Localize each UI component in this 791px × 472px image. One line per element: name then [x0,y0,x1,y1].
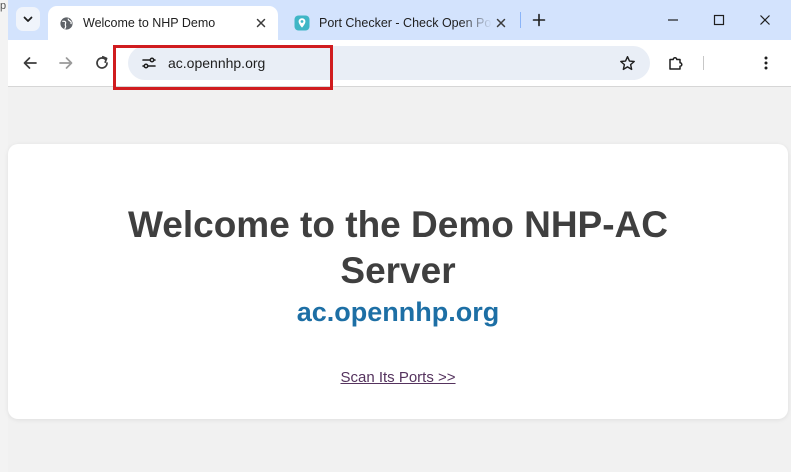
puzzle-icon [669,56,683,70]
close-icon[interactable] [492,14,510,32]
scan-ports-link[interactable]: Scan Its Ports >> [8,369,788,386]
tab-title: Port Checker - Check Open Ports [319,16,492,30]
server-domain: ac.opennhp.org [296,297,500,327]
plus-icon [532,13,546,27]
tab-strip: Welcome to NHP Demo Port Checker - Check… [8,0,791,40]
globe-icon [58,15,74,31]
tab-welcome[interactable]: Welcome to NHP Demo [48,6,278,40]
map-pin-icon [294,15,310,31]
extensions-button[interactable] [662,49,690,77]
minimize-icon [668,19,678,21]
forward-button[interactable] [52,49,80,77]
toolbar-divider [703,56,704,70]
reload-button[interactable] [88,49,116,77]
close-icon[interactable] [252,14,270,32]
edge-text: p [0,0,7,12]
maximize-icon [713,14,725,26]
tab-port-checker[interactable]: Port Checker - Check Open Ports [288,6,518,40]
page-heading: Welcome to the Demo NHP-AC Server [128,204,668,291]
tab-title: Welcome to NHP Demo [83,16,216,30]
more-vert-icon [764,56,768,70]
maximize-button[interactable] [696,0,742,40]
url-highlight-box [113,45,333,90]
menu-button[interactable] [752,49,780,77]
arrow-right-icon [59,57,73,69]
welcome-card: Welcome to the Demo NHP-AC Server ac.ope… [8,144,788,419]
reload-icon [96,55,108,69]
close-icon [760,15,770,25]
tab-divider [520,12,521,28]
back-button[interactable] [16,49,44,77]
chevron-down-icon [23,16,33,22]
close-window-button[interactable] [742,0,788,40]
minimize-button[interactable] [650,0,696,40]
star-icon[interactable] [618,54,636,72]
tab-search-button[interactable] [16,7,40,31]
page-viewport: Welcome to the Demo NHP-AC Server ac.ope… [8,87,791,472]
arrow-left-icon [23,57,37,69]
new-tab-button[interactable] [528,9,550,31]
